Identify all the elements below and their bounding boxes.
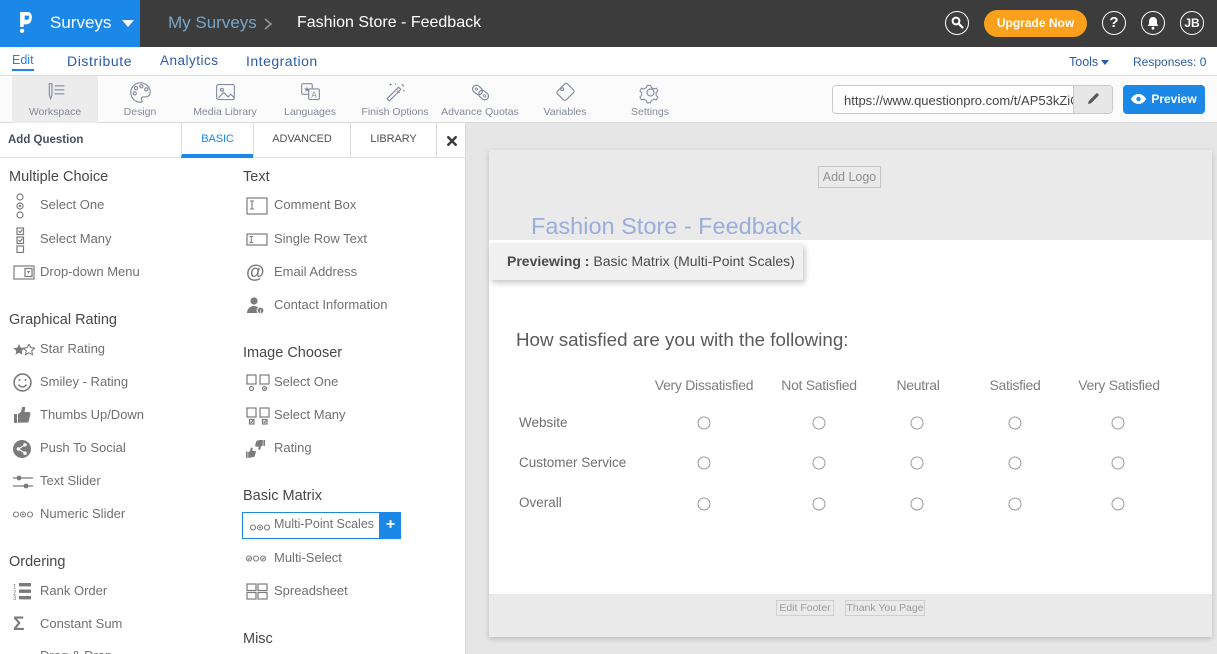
svg-text:3: 3 xyxy=(13,596,17,600)
svg-text:A: A xyxy=(311,90,317,99)
svg-text:★: ★ xyxy=(303,85,310,94)
